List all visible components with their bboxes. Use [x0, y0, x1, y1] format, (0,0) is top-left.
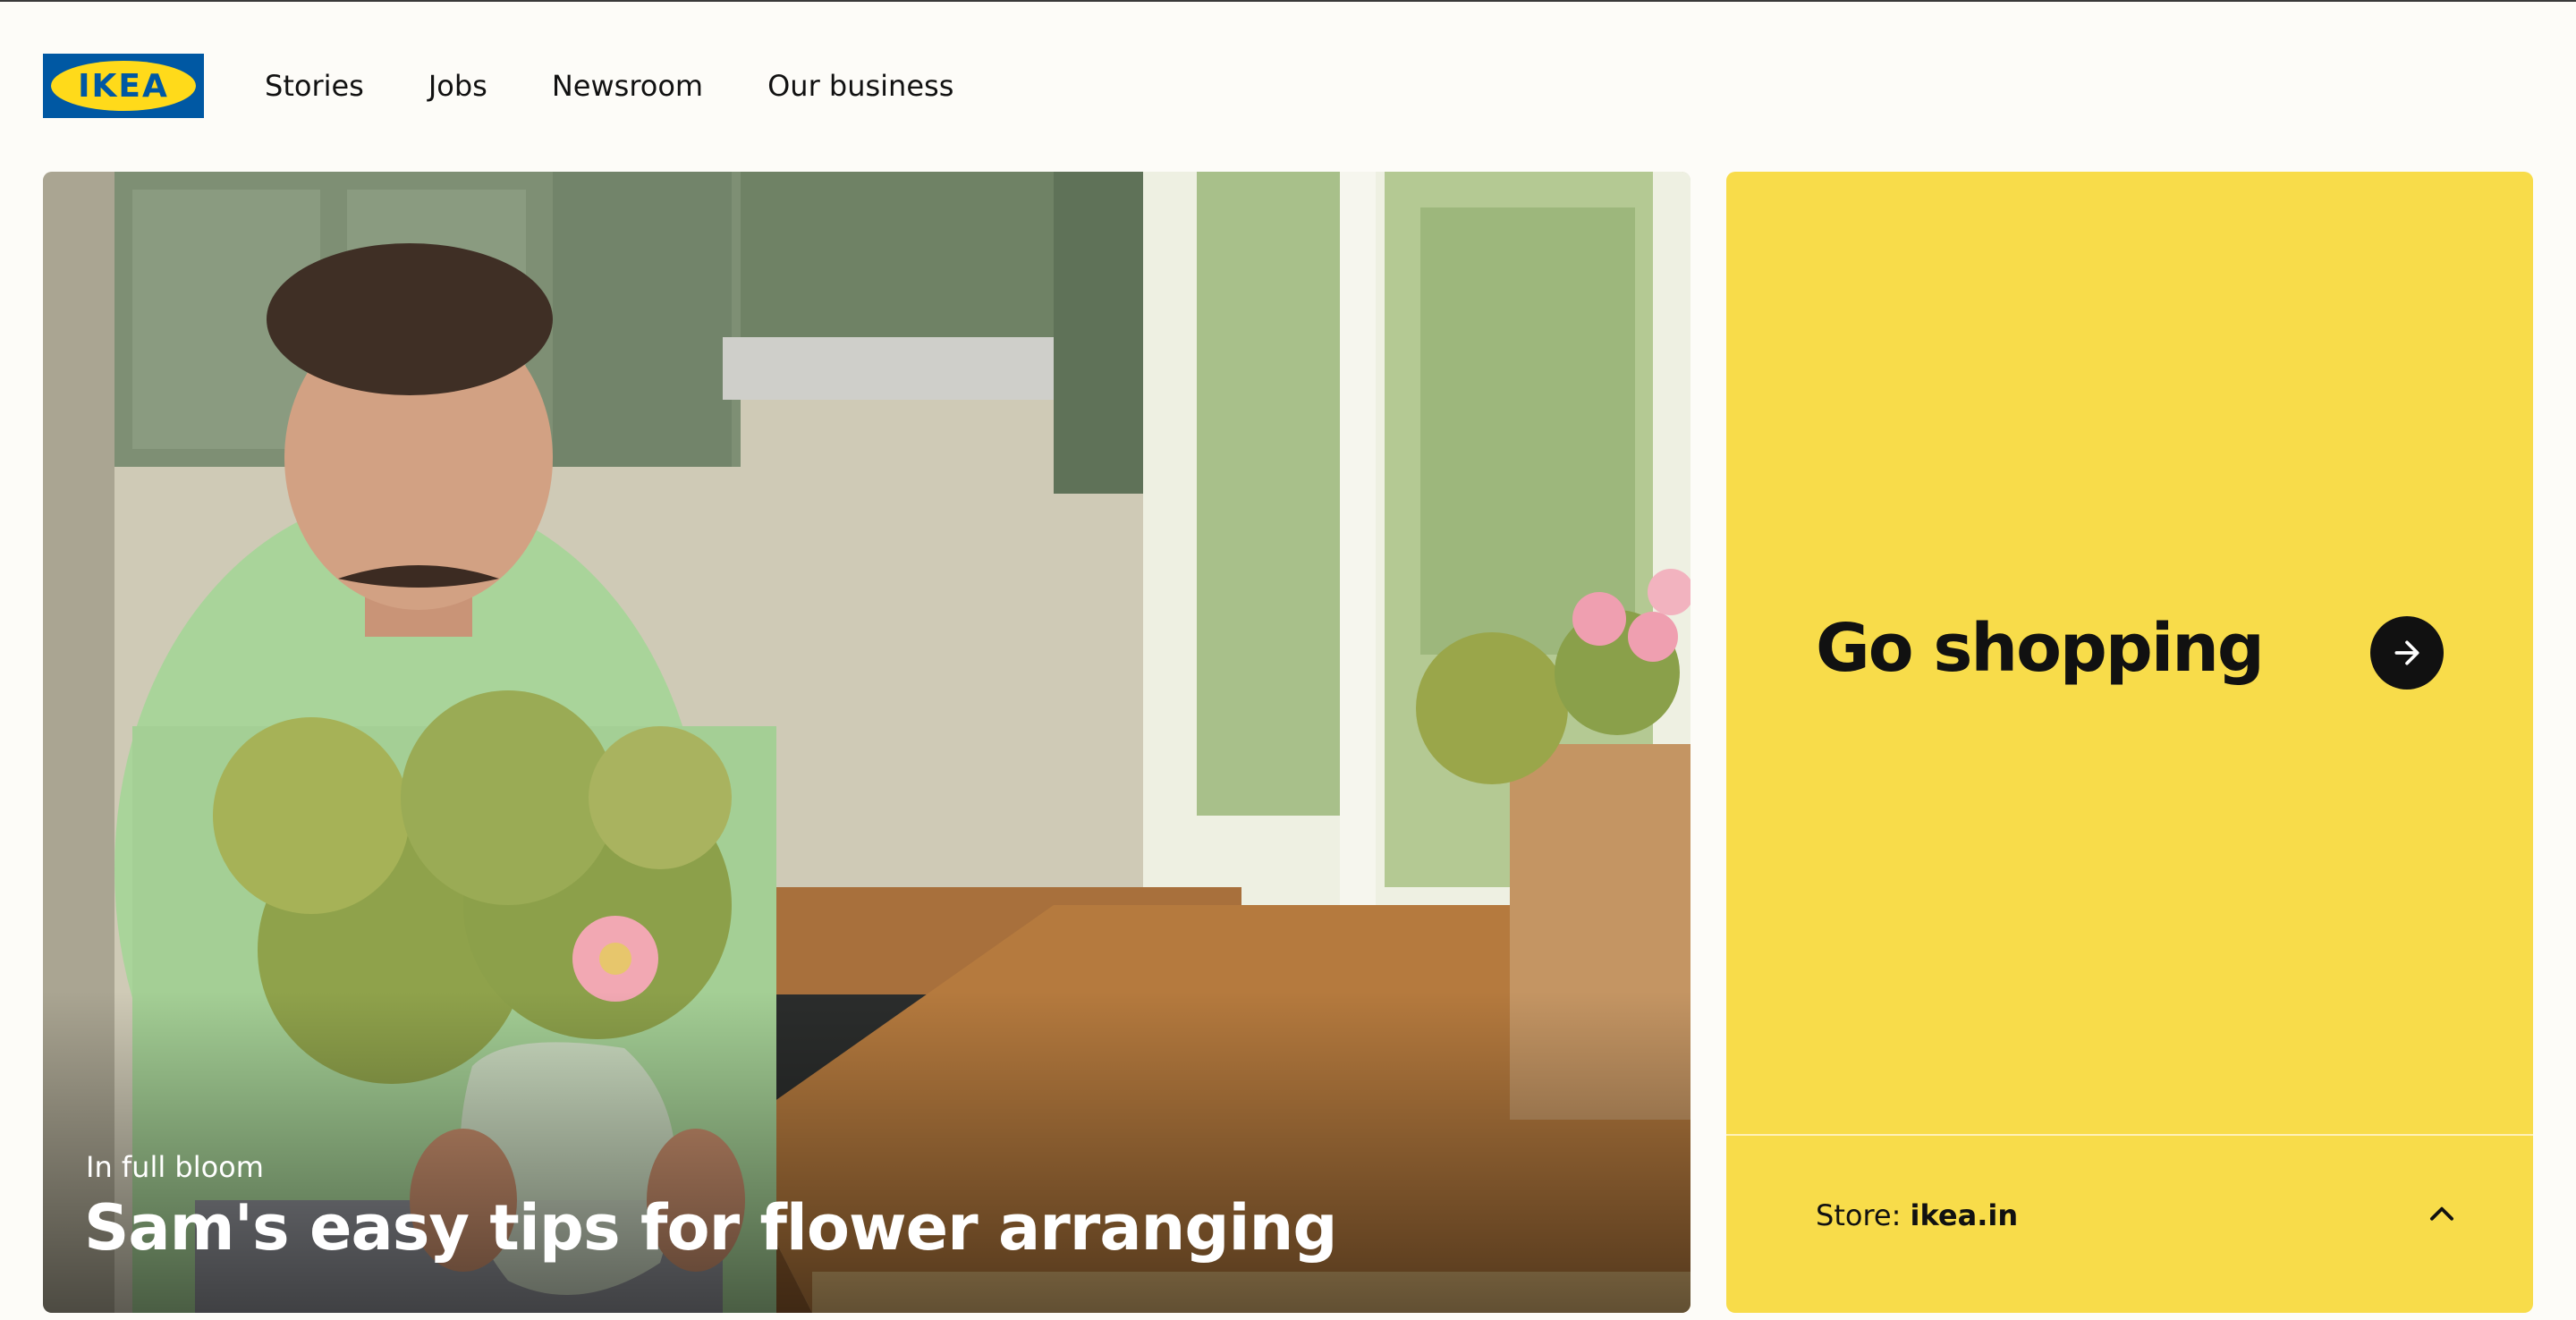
main-nav: Stories Jobs Newsroom Our business [265, 69, 1018, 103]
ikea-logo[interactable]: IKEA [43, 54, 204, 118]
site-header: IKEA Stories Jobs Newsroom Our business [43, 54, 1018, 118]
hero-kicker: In full bloom [86, 1150, 264, 1184]
store-value: ikea.in [1910, 1198, 2019, 1232]
go-shopping-panel: Go shopping Store: ikea.in [1726, 172, 2533, 1313]
arrow-right-icon[interactable] [2370, 616, 2444, 690]
logo-oval: IKEA [51, 61, 196, 111]
chevron-up-icon[interactable] [2417, 1189, 2467, 1240]
store-selector[interactable]: Store: ikea.in [1816, 1198, 2018, 1232]
logo-text: IKEA [78, 67, 169, 105]
nav-jobs[interactable]: Jobs [428, 69, 487, 103]
panel-divider [1726, 1134, 2533, 1136]
store-label: Store: [1816, 1198, 1911, 1232]
hero-title[interactable]: Sam's easy tips for flower arranging [84, 1191, 1337, 1265]
nav-newsroom[interactable]: Newsroom [552, 69, 703, 103]
hero-gradient [43, 991, 1690, 1313]
go-shopping-title[interactable]: Go shopping [1816, 610, 2265, 687]
nav-our-business[interactable]: Our business [767, 69, 953, 103]
hero-story-card[interactable]: In full bloom Sam's easy tips for flower… [43, 172, 1690, 1313]
top-border [0, 0, 2576, 2]
nav-stories[interactable]: Stories [265, 69, 364, 103]
